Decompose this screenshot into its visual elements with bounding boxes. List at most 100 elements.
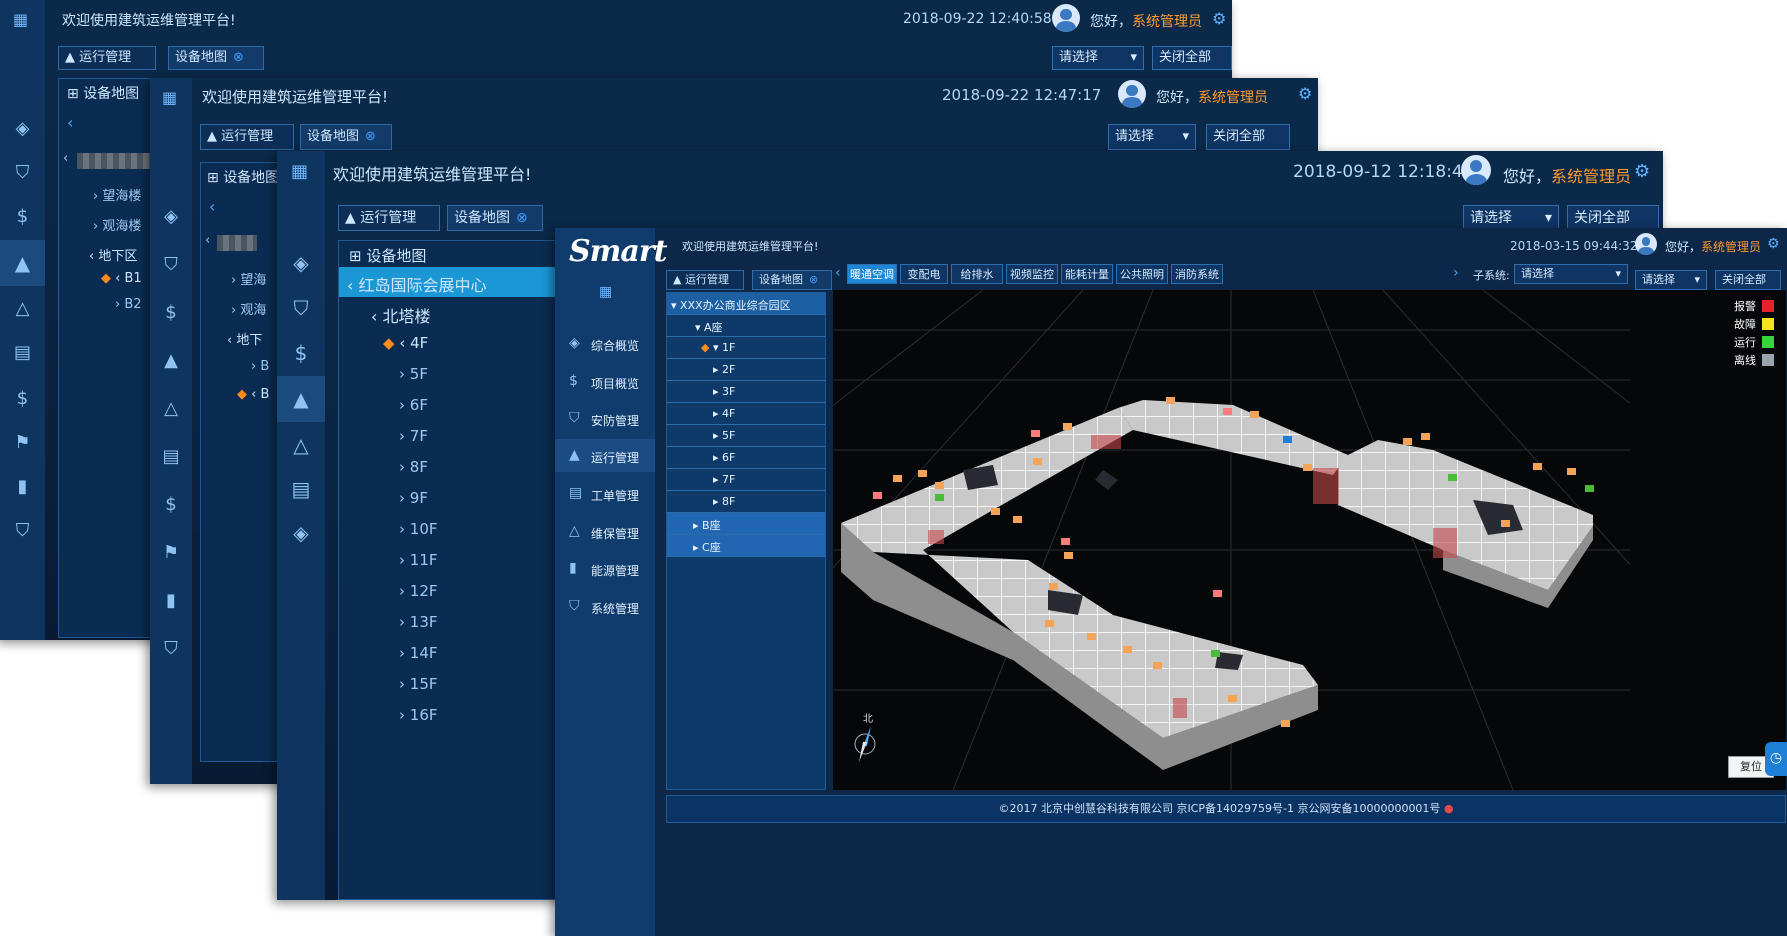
dollar-icon[interactable]: $ xyxy=(150,302,192,328)
tree-root[interactable]: ‹ 红岛国际会展中心 xyxy=(347,272,487,296)
close-all-button[interactable]: 关闭全部 xyxy=(1206,124,1290,150)
tab-ops[interactable]: ▲ 运行管理 xyxy=(666,270,744,290)
tree-item[interactable]: ◆ ‹ B1 xyxy=(101,271,142,286)
shield-icon[interactable]: ⛉ xyxy=(150,254,192,280)
tree-floor[interactable]: › 7F xyxy=(399,427,428,445)
cone-icon[interactable]: △ xyxy=(150,398,192,424)
tree-root[interactable]: ‹ xyxy=(63,151,157,169)
dollar-icon[interactable]: $ xyxy=(150,494,192,520)
layers-icon[interactable]: ◈ xyxy=(0,118,45,144)
map-icon[interactable]: ⚑ xyxy=(0,432,45,458)
select-dropdown[interactable]: 请选择 ▾ xyxy=(1108,124,1196,150)
tab-hvac[interactable]: 暖通空调 xyxy=(847,264,897,284)
chart-icon[interactable]: ▮ xyxy=(0,476,45,502)
back-icon[interactable]: ‹ xyxy=(67,113,73,132)
shield-icon[interactable]: ⛉ xyxy=(0,520,45,546)
shield-icon[interactable]: ⛉ xyxy=(277,296,325,326)
tree-building-b[interactable]: ▸ B座 xyxy=(667,513,825,535)
back-icon[interactable]: ‹ xyxy=(209,197,215,216)
tab-device-map[interactable]: 设备地图 ⊗ xyxy=(300,124,392,150)
map-icon[interactable]: ⚑ xyxy=(150,542,192,568)
ops-icon[interactable]: ▲ xyxy=(277,376,325,422)
tree-floor-current[interactable]: ◆ ‹ 4F xyxy=(383,334,428,352)
user-name[interactable]: 系统管理员 xyxy=(1551,167,1631,186)
clipboard-icon[interactable]: ▤ xyxy=(0,342,45,368)
tree-floor[interactable]: ▸ 8F xyxy=(667,491,825,513)
tree-floor[interactable]: › 5F xyxy=(399,365,428,383)
dollar-icon[interactable]: $ xyxy=(0,388,45,414)
tree-item[interactable]: › B2 xyxy=(115,297,142,312)
ops-icon[interactable]: ▲ xyxy=(150,350,192,376)
tree-floor[interactable]: › 12F xyxy=(399,582,438,600)
tree-floor[interactable]: › 11F xyxy=(399,551,438,569)
apps-grid-icon[interactable]: ▦ xyxy=(13,10,28,29)
gear-icon[interactable]: ⚙ xyxy=(1212,9,1226,28)
subsystem-select[interactable]: 请选择 ▾ xyxy=(1514,264,1628,284)
tree-floor[interactable]: ▸ 2F xyxy=(667,359,825,381)
tree-root[interactable]: ▾ XXX办公商业综合园区 xyxy=(667,293,825,315)
gear-icon[interactable]: ⚙ xyxy=(1634,161,1650,182)
avatar[interactable] xyxy=(1461,155,1491,185)
tree-floor[interactable]: ▸ 4F xyxy=(667,403,825,425)
tree-item[interactable]: › 望海 xyxy=(231,269,266,288)
dollar-icon[interactable]: $ xyxy=(0,206,45,232)
floor-plan-3d[interactable] xyxy=(833,290,1786,790)
cone-icon[interactable]: △ xyxy=(277,433,325,463)
next-icon[interactable]: › xyxy=(1453,265,1459,281)
nav-maintenance[interactable]: △ 维保管理 xyxy=(555,515,655,548)
nav-operations[interactable]: ▲ 运行管理 xyxy=(555,439,655,472)
nav-system[interactable]: ⛉ 系统管理 xyxy=(555,590,655,623)
shield-icon[interactable]: ⛉ xyxy=(0,162,45,188)
tree-floor[interactable]: ▸ 7F xyxy=(667,469,825,491)
tree-item[interactable]: ‹ 地下区 xyxy=(89,245,137,264)
tree-item[interactable]: › 望海楼 xyxy=(93,185,141,204)
tree-floor[interactable]: › 16F xyxy=(399,706,438,724)
nav-workorders[interactable]: ▤ 工单管理 xyxy=(555,477,655,510)
user-name[interactable]: 系统管理员 xyxy=(1132,14,1202,30)
tree-item[interactable]: › 观海楼 xyxy=(93,215,141,234)
tree-floor[interactable]: ▸ 5F xyxy=(667,425,825,447)
tree-floor[interactable]: › 6F xyxy=(399,396,428,414)
tab-ops[interactable]: ▲ 运行管理 xyxy=(58,46,156,70)
chart-icon[interactable]: ▮ xyxy=(150,590,192,616)
dollar-icon[interactable]: $ xyxy=(277,341,325,371)
tree-floor-current[interactable]: ◆ ▾ 1F xyxy=(667,337,825,359)
ops-icon[interactable]: ▲ xyxy=(0,240,45,286)
avatar[interactable] xyxy=(1118,80,1146,108)
tab-lighting[interactable]: 公共照明 xyxy=(1116,264,1168,284)
tree-item[interactable]: › 观海 xyxy=(231,299,266,318)
tab-video[interactable]: 视频监控 xyxy=(1006,264,1058,284)
avatar[interactable] xyxy=(1052,4,1080,32)
shield-icon[interactable]: ⛉ xyxy=(150,638,192,664)
tree-item[interactable]: ◆ ‹ B xyxy=(237,387,269,402)
layers-icon[interactable]: ◈ xyxy=(150,206,192,232)
apps-grid-icon[interactable]: ▦ xyxy=(599,284,612,300)
nav-energy[interactable]: ▮ 能源管理 xyxy=(555,552,655,585)
tab-ops[interactable]: ▲ 运行管理 xyxy=(338,205,440,231)
nav-projects[interactable]: $ 项目概览 xyxy=(555,365,655,398)
tree-floor[interactable]: › 15F xyxy=(399,675,438,693)
tree-floor[interactable]: ▸ 6F xyxy=(667,447,825,469)
nav-overview[interactable]: ◈ 综合概览 xyxy=(555,327,655,360)
close-all-button[interactable]: 关闭全部 xyxy=(1152,46,1232,70)
tree-building-c[interactable]: ▸ C座 xyxy=(667,535,825,557)
tree-item[interactable]: › B xyxy=(251,359,269,374)
user-name[interactable]: 系统管理员 xyxy=(1198,90,1268,106)
close-icon[interactable]: ⊗ xyxy=(516,210,528,226)
select-dropdown[interactable]: 请选择 ▾ xyxy=(1052,46,1144,70)
layers-icon[interactable]: ◈ xyxy=(277,251,325,281)
close-icon[interactable]: ⊗ xyxy=(365,129,376,144)
avatar[interactable] xyxy=(1635,233,1657,255)
tree-floor[interactable]: › 8F xyxy=(399,458,428,476)
cone-icon[interactable]: △ xyxy=(0,298,45,324)
tree-item[interactable]: ‹ 地下 xyxy=(227,329,262,348)
tab-fire[interactable]: 消防系统 xyxy=(1171,264,1223,284)
apps-grid-icon[interactable]: ▦ xyxy=(162,88,177,107)
tree-floor[interactable]: › 14F xyxy=(399,644,438,662)
tree-floor[interactable]: ▸ 3F xyxy=(667,381,825,403)
tree-root[interactable]: ‹ xyxy=(205,233,257,251)
clock-icon[interactable]: ◷ xyxy=(1765,742,1787,776)
tab-ops[interactable]: ▲ 运行管理 xyxy=(200,124,294,150)
gear-icon[interactable]: ⚙ xyxy=(1298,84,1312,103)
gear-icon[interactable]: ⚙ xyxy=(1767,236,1780,252)
